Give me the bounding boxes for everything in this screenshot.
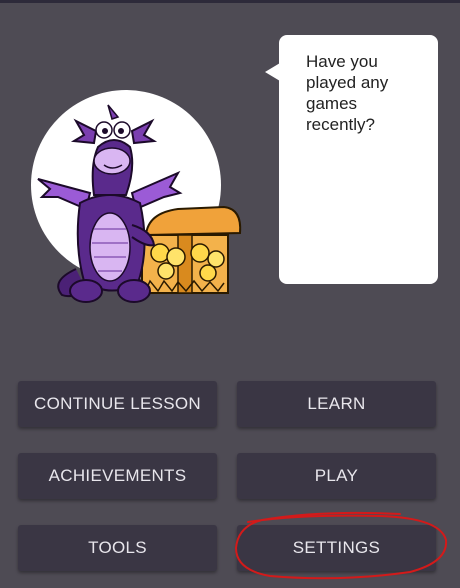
dragon-treasure-icon <box>31 90 242 303</box>
learn-label: LEARN <box>307 394 366 413</box>
play-label: PLAY <box>314 466 359 485</box>
achievements-button[interactable]: ACHIEVEMENTS <box>18 453 217 499</box>
speech-bubble-text: Have you played any games recently? <box>306 52 389 134</box>
achievements-label: ACHIEVEMENTS <box>48 466 187 485</box>
tools-label: TOOLS <box>88 538 147 557</box>
continue-lesson-button[interactable]: CONTINUE LESSON <box>18 381 217 427</box>
tools-button[interactable]: TOOLS <box>18 525 217 571</box>
treasure-chest <box>141 205 242 294</box>
continue-lesson-label: CONTINUE LESSON <box>34 394 201 413</box>
learn-button[interactable]: LEARN <box>237 381 436 427</box>
speech-bubble: Have you played any games recently? <box>265 35 438 284</box>
top-edge <box>0 0 460 3</box>
settings-button[interactable]: SETTINGS <box>237 525 436 571</box>
mascot-illustration <box>28 85 248 310</box>
play-button[interactable]: PLAY <box>237 453 436 499</box>
settings-label: SETTINGS <box>292 538 381 557</box>
